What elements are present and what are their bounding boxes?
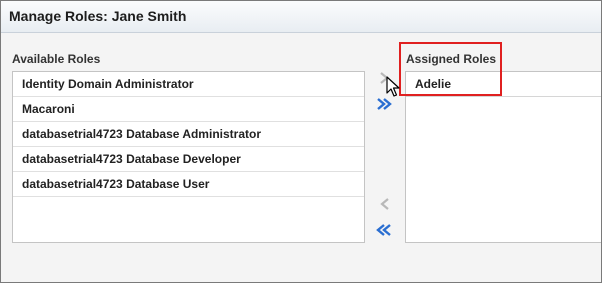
dialog-header: Manage Roles: Jane Smith <box>1 1 601 33</box>
chevron-left-icon <box>380 198 389 210</box>
double-chevron-left-icon <box>376 224 391 236</box>
list-item[interactable]: databasetrial4723 Database Developer <box>13 147 364 172</box>
list-item[interactable]: Adelie <box>406 72 601 97</box>
remove-selected-button[interactable] <box>377 197 393 211</box>
move-all-button[interactable] <box>376 97 392 111</box>
list-item[interactable]: Macaroni <box>13 97 364 122</box>
chevron-right-icon <box>380 72 389 84</box>
available-roles-list[interactable]: Identity Domain Administrator Macaroni d… <box>12 71 365 243</box>
dialog-title: Manage Roles: Jane Smith <box>9 8 187 24</box>
available-roles-label: Available Roles <box>12 52 101 66</box>
list-item[interactable]: Identity Domain Administrator <box>13 72 364 97</box>
move-selected-button[interactable] <box>377 71 393 85</box>
assigned-roles-label: Assigned Roles <box>406 52 497 66</box>
list-item[interactable]: databasetrial4723 Database User <box>13 172 364 197</box>
list-item[interactable]: databasetrial4723 Database Administrator <box>13 122 364 147</box>
double-chevron-right-icon <box>377 98 392 110</box>
remove-all-button[interactable] <box>376 223 392 237</box>
manage-roles-dialog: Manage Roles: Jane Smith Available Roles… <box>0 0 602 283</box>
assigned-roles-list[interactable]: Adelie <box>405 71 601 243</box>
